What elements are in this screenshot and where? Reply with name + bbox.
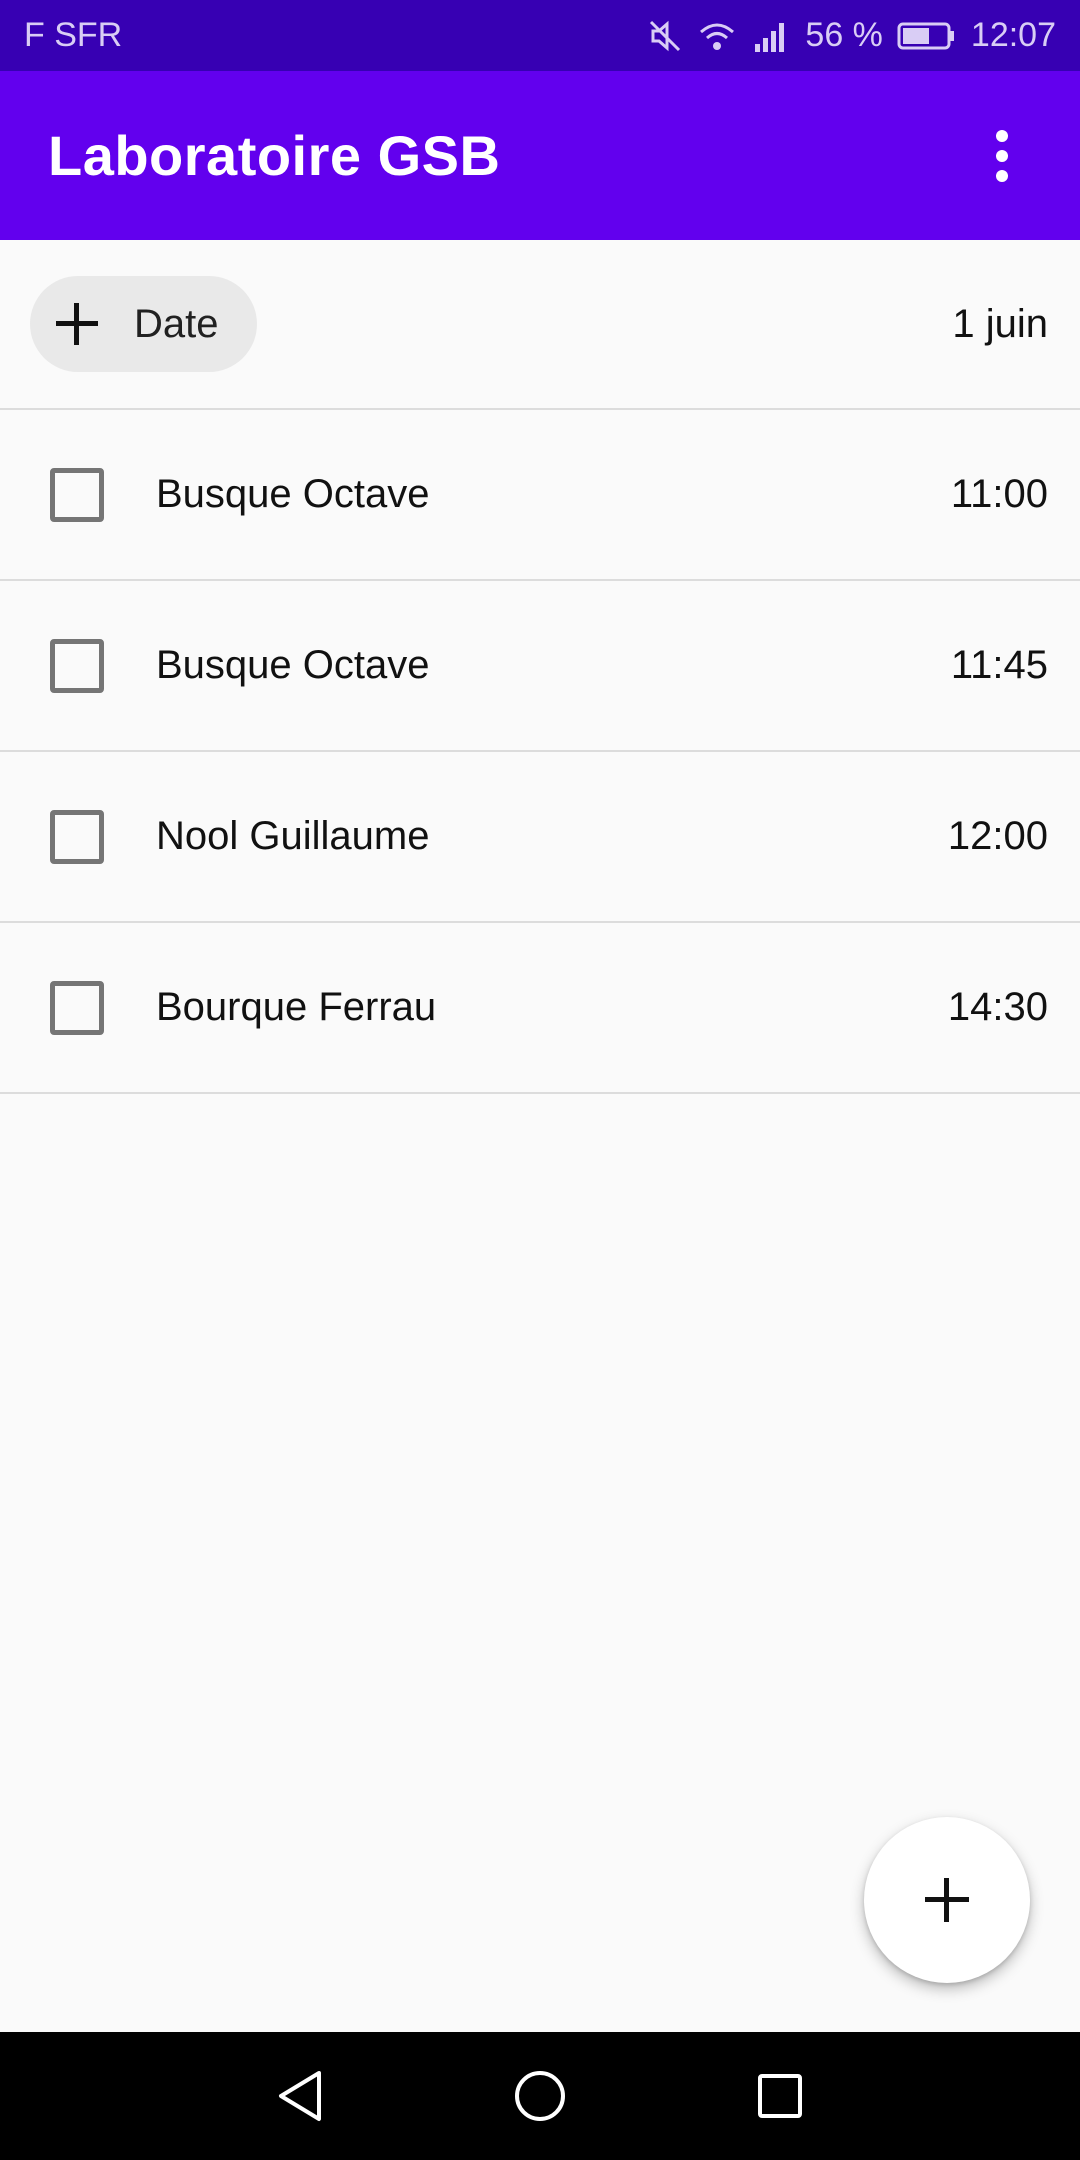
selected-date: 1 juin <box>952 301 1048 346</box>
plus-icon <box>56 303 98 345</box>
carrier-label: F SFR <box>24 16 123 54</box>
checkbox[interactable] <box>50 809 104 864</box>
date-chip-label: Date <box>134 301 219 346</box>
navigation-bar <box>0 2032 1080 2160</box>
plus-icon <box>925 1878 969 1922</box>
appointment-time: 14:30 <box>947 985 1048 1029</box>
appointment-time: 12:00 <box>947 814 1048 858</box>
battery-icon <box>897 20 957 52</box>
mute-icon <box>647 18 683 54</box>
back-button[interactable] <box>255 2051 345 2141</box>
overflow-menu-button[interactable] <box>972 106 1032 206</box>
list-item[interactable]: Bourque Ferrau 14:30 <box>0 923 1080 1094</box>
list-item[interactable]: Busque Octave 11:45 <box>0 581 1080 752</box>
appointment-time: 11:00 <box>950 472 1048 516</box>
list-item[interactable]: Nool Guillaume 12:00 <box>0 752 1080 923</box>
screen: F SFR 56 % 12:07 Laboratoire GSB Date 1 … <box>0 0 1080 2160</box>
appointment-name: Bourque Ferrau <box>156 985 437 1029</box>
more-vert-icon <box>996 129 1008 182</box>
appointment-time: 11:45 <box>950 643 1048 687</box>
app-bar: Laboratoire GSB <box>0 71 1080 240</box>
clock: 12:07 <box>970 16 1056 54</box>
date-filter-row: Date 1 juin <box>0 240 1080 410</box>
home-icon <box>515 2071 565 2121</box>
recents-button[interactable] <box>735 2051 825 2141</box>
app-title: Laboratoire GSB <box>48 124 501 187</box>
checkbox[interactable] <box>50 980 104 1035</box>
list-item[interactable]: Busque Octave 11:00 <box>0 410 1080 581</box>
wifi-icon <box>697 18 737 54</box>
signal-icon <box>751 18 791 54</box>
appointment-name: Busque Octave <box>156 643 430 687</box>
status-icons: 56 % 12:07 <box>647 16 1056 55</box>
checkbox[interactable] <box>50 467 104 522</box>
home-button[interactable] <box>495 2051 585 2141</box>
battery-percent: 56 % <box>805 16 883 54</box>
appointment-list: Busque Octave 11:00 Busque Octave 11:45 … <box>0 410 1080 1094</box>
appointment-name: Busque Octave <box>156 472 430 516</box>
recents-icon <box>758 2074 802 2118</box>
date-chip[interactable]: Date <box>30 276 257 372</box>
status-bar: F SFR 56 % 12:07 <box>0 0 1080 71</box>
back-icon <box>279 2071 321 2121</box>
appointment-name: Nool Guillaume <box>156 814 430 858</box>
checkbox[interactable] <box>50 638 104 693</box>
add-appointment-fab[interactable] <box>864 1817 1030 1983</box>
